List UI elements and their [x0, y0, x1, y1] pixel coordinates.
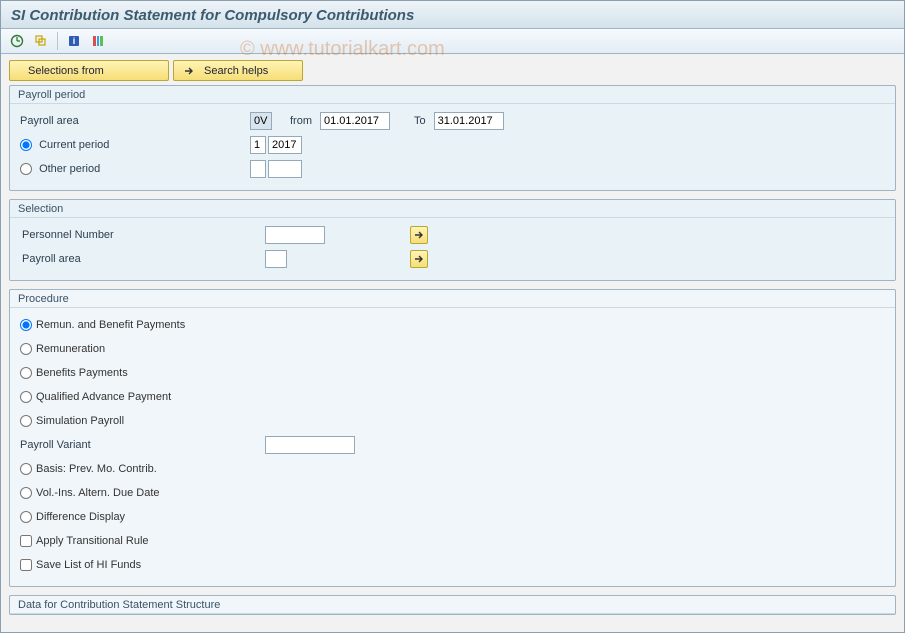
- radio-benefits[interactable]: [20, 367, 32, 379]
- multiple-selection-area-button[interactable]: [410, 250, 428, 268]
- from-label: from: [290, 115, 312, 127]
- radio-qualified-advance-label: Qualified Advance Payment: [36, 391, 171, 403]
- payroll-variant-label: Payroll Variant: [20, 439, 265, 451]
- search-helps-button[interactable]: Search helps: [173, 60, 303, 81]
- structure-icon[interactable]: [88, 31, 108, 51]
- selections-from-button[interactable]: Selections from: [9, 60, 169, 81]
- arrow-right-icon: [182, 64, 196, 78]
- radio-diff-display-label: Difference Display: [36, 511, 125, 523]
- radio-qualified-advance[interactable]: [20, 391, 32, 403]
- to-date-input[interactable]: [434, 112, 504, 130]
- radio-simulation-payroll-label: Simulation Payroll: [36, 415, 124, 427]
- radio-diff-display[interactable]: [20, 511, 32, 523]
- svg-text:i: i: [73, 36, 76, 46]
- radio-basis-prev[interactable]: [20, 463, 32, 475]
- personnel-number-label: Personnel Number: [20, 229, 265, 241]
- group-data-structure: Data for Contribution Statement Structur…: [9, 595, 896, 615]
- search-helps-label: Search helps: [204, 65, 268, 77]
- group-selection: Selection Personnel Number Payroll area: [9, 199, 896, 281]
- page-title: SI Contribution Statement for Compulsory…: [11, 7, 414, 24]
- to-label: To: [414, 115, 426, 127]
- other-period-label: Other period: [39, 163, 100, 175]
- app-header: SI Contribution Statement for Compulsory…: [1, 1, 904, 29]
- selections-from-label: Selections from: [28, 65, 104, 77]
- other-period-year-input[interactable]: [268, 160, 302, 178]
- other-period-radio[interactable]: [20, 163, 32, 175]
- payroll-area-input[interactable]: [250, 112, 272, 130]
- action-row: Selections from Search helps: [9, 60, 896, 81]
- variants-icon[interactable]: [31, 31, 51, 51]
- personnel-number-input[interactable]: [265, 226, 325, 244]
- payroll-variant-input[interactable]: [265, 436, 355, 454]
- check-save-list-label: Save List of HI Funds: [36, 559, 141, 571]
- group-title-selection: Selection: [10, 200, 895, 218]
- radio-benefits-label: Benefits Payments: [36, 367, 128, 379]
- group-title-procedure: Procedure: [10, 290, 895, 308]
- current-period-year-input[interactable]: [268, 136, 302, 154]
- group-payroll-period: Payroll period Payroll area from To Curr…: [9, 85, 896, 191]
- execute-icon[interactable]: [7, 31, 27, 51]
- check-save-list[interactable]: [20, 559, 32, 571]
- current-period-num-input[interactable]: [250, 136, 266, 154]
- radio-basis-prev-label: Basis: Prev. Mo. Contrib.: [36, 463, 157, 475]
- radio-remuneration[interactable]: [20, 343, 32, 355]
- radio-remuneration-label: Remuneration: [36, 343, 105, 355]
- group-title-payroll: Payroll period: [10, 86, 895, 104]
- check-apply-rule[interactable]: [20, 535, 32, 547]
- info-icon[interactable]: i: [64, 31, 84, 51]
- toolbar-sep: [57, 32, 58, 50]
- group-procedure: Procedure Remun. and Benefit Payments Re…: [9, 289, 896, 587]
- radio-simulation-payroll[interactable]: [20, 415, 32, 427]
- radio-remun-benefit-label: Remun. and Benefit Payments: [36, 319, 185, 331]
- other-period-num-input[interactable]: [250, 160, 266, 178]
- multiple-selection-personnel-button[interactable]: [410, 226, 428, 244]
- radio-vol-ins-label: Vol.-Ins. Altern. Due Date: [36, 487, 160, 499]
- payroll-area-sel-input[interactable]: [265, 250, 287, 268]
- radio-remun-benefit[interactable]: [20, 319, 32, 331]
- current-period-label: Current period: [39, 139, 109, 151]
- from-date-input[interactable]: [320, 112, 390, 130]
- payroll-area-label: Payroll area: [20, 115, 250, 127]
- current-period-radio[interactable]: [20, 139, 32, 151]
- radio-vol-ins[interactable]: [20, 487, 32, 499]
- group-title-data-structure: Data for Contribution Statement Structur…: [10, 596, 895, 614]
- check-apply-rule-label: Apply Transitional Rule: [36, 535, 149, 547]
- toolbar: i: [1, 29, 904, 54]
- payroll-area-sel-label: Payroll area: [20, 253, 265, 265]
